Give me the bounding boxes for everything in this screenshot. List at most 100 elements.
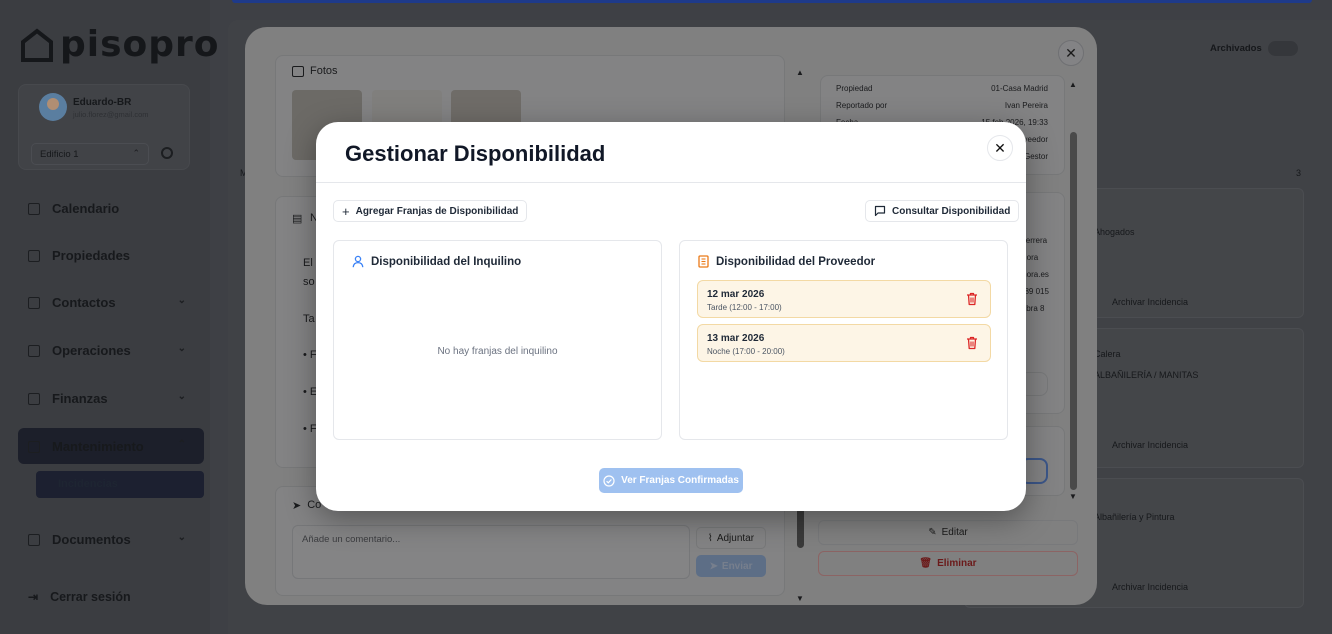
scroll-up-icon[interactable]: ▲	[796, 68, 804, 77]
detail-key: Reportado por	[836, 101, 888, 110]
scroll-up-icon[interactable]: ▲	[1069, 80, 1077, 89]
sidebar-item-calendario[interactable]: Calendario	[28, 201, 192, 216]
sidebar-subitem-incidencias[interactable]: Incidencias	[58, 478, 118, 490]
chevron-down-icon: ⌄	[177, 295, 186, 306]
detail-value: Ivan Pereira	[1004, 101, 1048, 110]
sidebar-item-contactos[interactable]: Contactos ⌄	[28, 295, 192, 310]
user-name: Eduardo-BR	[73, 97, 132, 108]
sidebar-item-label: Mantenimiento	[52, 439, 144, 454]
add-slots-button[interactable]: + Agregar Franjas de Disponibilidad	[333, 200, 528, 222]
provider-slot: 12 mar 2026 Tarde (12:00 - 17:00)	[697, 280, 991, 318]
modal-title: Gestionar Disponibilidad	[345, 141, 606, 166]
availability-modal: Gestionar Disponibilidad ✕ + Agregar Fra…	[316, 122, 1026, 511]
user-icon	[352, 255, 364, 268]
detail-row: Propiedad 01-Casa Madrid	[836, 84, 1048, 93]
detail-row: Reportado por Ivan Pereira	[836, 101, 1048, 110]
chevron-down-icon: ⌄	[177, 391, 186, 402]
paperclip-icon: ⌇	[707, 532, 713, 544]
modal-close-button[interactable]: ✕	[987, 135, 1013, 161]
sidebar-item-label: Contactos	[52, 295, 116, 310]
trend-icon	[28, 344, 40, 357]
description-icon: ▤	[292, 213, 303, 225]
home-icon	[28, 249, 40, 262]
scroll-down-icon[interactable]: ▼	[1069, 492, 1077, 501]
slot-time: Noche (17:00 - 20:00)	[707, 347, 785, 356]
bg-label: Calera	[1094, 349, 1121, 359]
avatar[interactable]	[39, 93, 67, 121]
slot-date: 13 mar 2026	[707, 333, 765, 344]
photos-header: Fotos	[292, 65, 338, 77]
trash-icon[interactable]	[966, 336, 978, 350]
sidebar-item-finanzas[interactable]: Finanzas ⌄	[28, 391, 192, 406]
provider-panel-header: Disponibilidad del Proveedor	[698, 255, 875, 268]
attach-button[interactable]: ⌇ Adjuntar	[696, 527, 766, 549]
edit-label: Editar	[941, 527, 968, 538]
building-select[interactable]: Edificio 1 ⌃	[31, 143, 149, 165]
send-icon: ➤	[292, 500, 302, 512]
close-icon: ✕	[994, 139, 1006, 156]
trash-icon[interactable]	[966, 292, 978, 306]
logo: pisopro	[20, 24, 220, 65]
incident-modal-close-button[interactable]: ✕	[1058, 40, 1084, 66]
provider-slot: 13 mar 2026 Noche (17:00 - 20:00)	[697, 324, 991, 362]
delete-button[interactable]: 🗑 Eliminar	[818, 551, 1078, 576]
send-button[interactable]: ➤ Enviar	[696, 555, 766, 577]
sidebar-item-label: Propiedades	[52, 248, 131, 263]
edit-icon: ✎	[928, 527, 937, 538]
right-scrollbar-thumb[interactable]	[1070, 132, 1077, 490]
send-icon: ➤	[709, 560, 718, 572]
provider-availability-panel: Disponibilidad del Proveedor 12 mar 2026…	[679, 240, 1008, 440]
sidebar-item-documentos[interactable]: Documentos ⌄	[28, 532, 192, 547]
sidebar-item-label: Calendario	[52, 201, 120, 216]
sidebar-item-operaciones[interactable]: Operaciones ⌄	[28, 343, 192, 358]
document-icon	[28, 533, 40, 546]
send-label: Enviar	[721, 560, 753, 572]
detail-value: Gestor	[1023, 152, 1048, 161]
edit-button[interactable]: ✎ Editar	[818, 520, 1078, 545]
gear-icon[interactable]	[161, 147, 173, 159]
user-card: Eduardo-BR julio.florez@gmail.com Edific…	[18, 84, 190, 170]
archived-label: Archivados	[1210, 43, 1262, 54]
logout-button[interactable]: ⇥ Cerrar sesión	[28, 590, 192, 604]
sidebar-item-propiedades[interactable]: Propiedades	[28, 248, 192, 263]
tenant-empty-message: No hay franjas del inquilino	[437, 346, 558, 357]
image-icon	[292, 65, 304, 77]
consult-availability-button[interactable]: Consultar Disponibilidad	[865, 200, 1020, 222]
building-select-value: Edificio 1	[40, 149, 79, 160]
slot-date: 12 mar 2026	[707, 289, 765, 300]
detail-key: Propiedad	[836, 84, 873, 93]
tenant-availability-panel: Disponibilidad del Inquilino No hay fran…	[333, 240, 662, 440]
contacts-icon	[28, 296, 40, 309]
desc-line: so	[303, 276, 315, 288]
bg-archive-link[interactable]: Archivar Incidencia	[1112, 440, 1188, 450]
message-icon	[874, 205, 886, 217]
house-logo-icon	[21, 27, 53, 62]
logout-label: Cerrar sesión	[50, 590, 131, 604]
view-confirmed-slots-label: Ver Franjas Confirmadas	[621, 475, 739, 486]
calendar-icon	[28, 202, 40, 215]
tenant-panel-header: Disponibilidad del Inquilino	[352, 255, 521, 268]
tenant-panel-title: Disponibilidad del Inquilino	[371, 255, 522, 268]
bg-label: Ahogados	[1094, 227, 1135, 237]
archived-toggle[interactable]	[1268, 41, 1298, 56]
logout-icon: ⇥	[28, 590, 39, 604]
desc-line: • F	[303, 423, 317, 435]
comment-input[interactable]: Añade un comentario...	[292, 525, 690, 579]
trash-icon: 🗑	[919, 558, 933, 569]
add-slots-label: Agregar Franjas de Disponibilidad	[355, 205, 519, 217]
top-accent-bar	[232, 0, 1312, 3]
bg-archive-link[interactable]: Archivar Incidencia	[1112, 297, 1188, 307]
view-confirmed-slots-button[interactable]: Ver Franjas Confirmadas	[599, 468, 743, 493]
plus-icon: +	[342, 203, 350, 219]
sidebar: pisopro Eduardo-BR julio.florez@gmail.co…	[0, 0, 219, 634]
chevron-down-icon: ⌄	[177, 532, 186, 543]
scroll-down-icon[interactable]: ▼	[796, 594, 804, 603]
user-email: julio.florez@gmail.com	[73, 110, 149, 119]
sidebar-item-label: Documentos	[52, 532, 131, 547]
sidebar-item-label: Operaciones	[52, 343, 131, 358]
sidebar-item-mantenimiento[interactable]: Mantenimiento ⌃	[28, 439, 192, 454]
bg-archive-link[interactable]: Archivar Incidencia	[1112, 582, 1188, 592]
close-icon: ✕	[1065, 44, 1077, 61]
sidebar-item-label: Finanzas	[52, 391, 108, 406]
left-scrollbar-thumb[interactable]	[797, 508, 804, 548]
